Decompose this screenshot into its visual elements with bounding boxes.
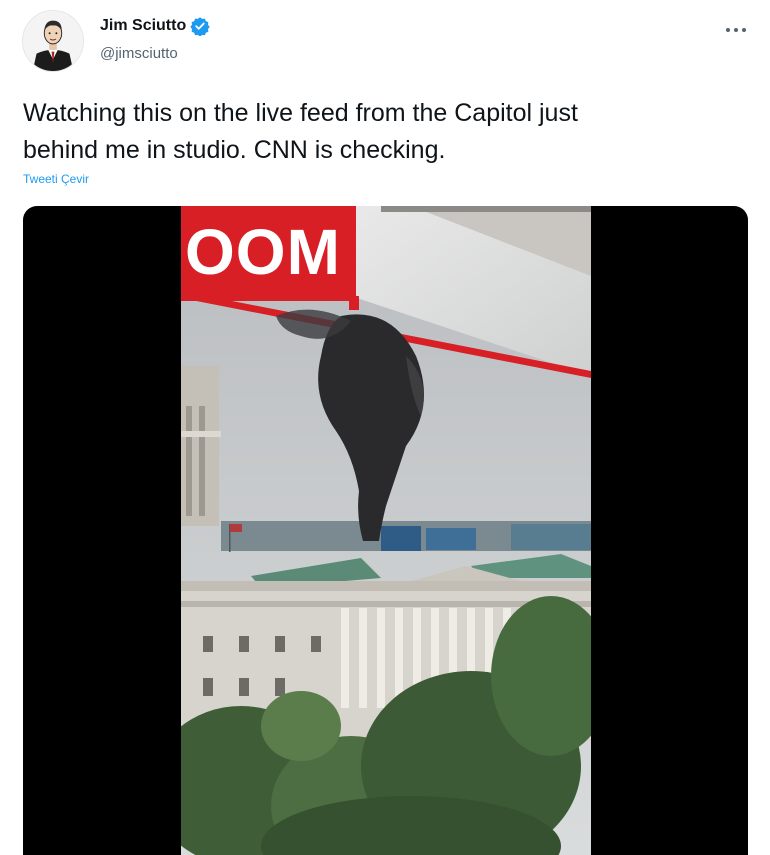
tweet-media[interactable]: OOM	[23, 206, 748, 855]
more-options-button[interactable]	[719, 18, 753, 42]
tweet-text: Watching this on the live feed from the …	[23, 99, 578, 164]
author-name-row[interactable]: Jim Sciutto	[100, 16, 210, 36]
translate-tweet-link[interactable]: Tweeti Çevir	[23, 172, 89, 186]
video-still[interactable]: OOM	[181, 206, 591, 855]
more-horizontal-icon	[726, 28, 746, 32]
avatar-illustration-icon	[23, 11, 83, 71]
author-display-name[interactable]: Jim Sciutto	[100, 17, 186, 35]
author-handle[interactable]: @jimsciutto	[100, 45, 178, 62]
tweet-card: Jim Sciutto @jimsciutto Watching this on…	[0, 0, 770, 855]
avatar[interactable]	[22, 10, 84, 72]
broadcast-graphic-text: OOM	[185, 216, 341, 288]
capitol-smoke-scene	[181, 206, 591, 855]
verified-badge-icon	[190, 16, 210, 36]
